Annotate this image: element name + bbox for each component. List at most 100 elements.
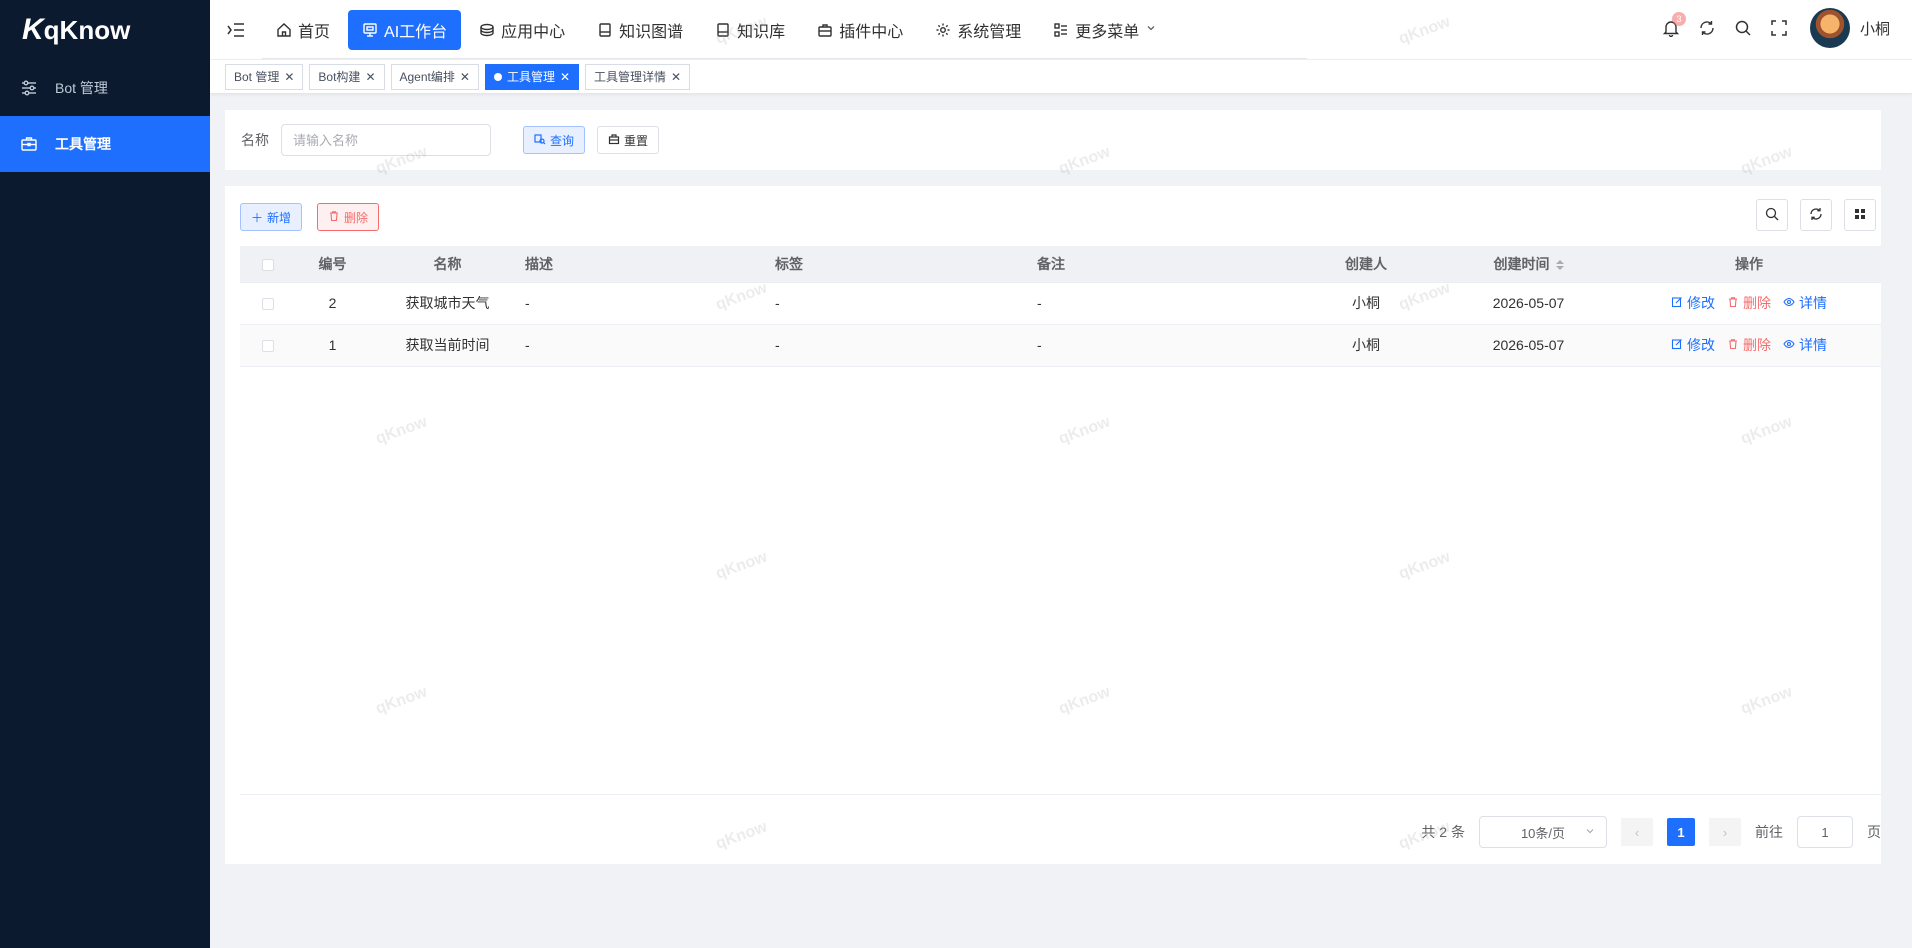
home-icon [276, 22, 292, 38]
chevron-left-icon: ‹ [1634, 824, 1640, 840]
nav-ai-workbench[interactable]: AI工作台 [348, 10, 462, 50]
toolbox-icon [20, 135, 38, 153]
search-panel: 名称 查询 重置 [225, 110, 1881, 170]
nav-label: 插件中心 [839, 24, 904, 41]
sliders-icon [20, 79, 38, 97]
trash-icon [1727, 337, 1739, 353]
app-logo[interactable]: K qKnow [0, 0, 210, 60]
nav-system-management[interactable]: 系统管理 [921, 10, 1035, 50]
close-icon[interactable]: ✕ [365, 71, 375, 83]
table-header-row: 编号 名称 描述 标签 备注 创建人 创建时间 操作 [240, 246, 1881, 283]
refresh-icon[interactable] [1698, 19, 1716, 37]
edit-label: 修改 [1687, 337, 1715, 353]
column-header: 备注 [1037, 246, 1292, 283]
app-icon [479, 22, 495, 38]
nav-more-menu[interactable]: 更多菜单 [1039, 10, 1171, 50]
nav-knowledge-base[interactable]: 知识库 [701, 10, 799, 50]
cell-description: - [525, 324, 775, 367]
page-number-current[interactable]: 1 [1667, 818, 1695, 846]
tag-bot-management[interactable]: Bot 管理 ✕ [225, 63, 304, 90]
toggle-search-button[interactable] [1756, 199, 1788, 231]
column-settings-button[interactable] [1844, 199, 1876, 231]
tag-tool-management[interactable]: 工具管理 ✕ [484, 63, 580, 90]
close-icon[interactable]: ✕ [460, 71, 470, 83]
row-checkbox[interactable] [261, 340, 274, 353]
cell-name: 获取当前时间 [370, 324, 525, 367]
refresh-icon [1809, 207, 1823, 224]
tag-agent-orchestration[interactable]: Agent编排 ✕ [390, 63, 479, 90]
delete-label: 删除 [1743, 295, 1771, 311]
monitor-icon [362, 22, 378, 38]
table-row: 2 获取城市天气 - - - 小桐 2026-05-07 修改 删除 详情 [240, 282, 1881, 325]
avatar[interactable] [1809, 8, 1850, 48]
close-icon[interactable]: ✕ [671, 71, 681, 83]
tag-label: Bot 管理 [234, 70, 280, 84]
reset-button[interactable]: 重置 [597, 126, 660, 154]
column-header: 编号 [295, 246, 370, 283]
nav-plugin-center[interactable]: 插件中心 [803, 10, 917, 50]
tag-label: 工具管理详情 [594, 70, 667, 84]
fullscreen-icon[interactable] [1770, 19, 1788, 37]
sidebar-item-tool-management[interactable]: 工具管理 [0, 116, 210, 172]
delete-button[interactable]: 删除 [1727, 335, 1771, 355]
bell-icon[interactable]: 3 [1662, 12, 1686, 37]
cell-actions: 修改 删除 详情 [1617, 324, 1881, 367]
logo-text: qKnow [43, 14, 131, 45]
nav-home[interactable]: 首页 [262, 10, 344, 50]
eye-icon [1783, 337, 1795, 353]
pagination-divider [240, 794, 1881, 795]
page-size-value: 10条/页 [1520, 825, 1566, 841]
cell-name: 获取城市天气 [370, 282, 525, 325]
cell-creator: 小桐 [1292, 324, 1440, 367]
table-row: 1 获取当前时间 - - - 小桐 2026-05-07 修改 删除 详情 [240, 324, 1881, 367]
detail-label: 详情 [1799, 337, 1827, 353]
sort-icon[interactable] [1555, 260, 1564, 271]
sidebar-item-bot-management[interactable]: Bot 管理 [0, 60, 210, 116]
nav-label: 应用中心 [501, 24, 566, 41]
column-header: 名称 [370, 246, 525, 283]
chevron-down-icon [1584, 825, 1596, 840]
query-button[interactable]: 查询 [523, 126, 586, 154]
tag-label: Agent编排 [399, 70, 455, 84]
select-all-checkbox[interactable] [261, 259, 274, 272]
delete-label: 删除 [1743, 337, 1771, 353]
detail-button[interactable]: 详情 [1783, 335, 1827, 355]
delete-label: 删除 [344, 210, 369, 225]
row-checkbox[interactable] [261, 298, 274, 311]
goto-page-input[interactable] [1797, 816, 1853, 848]
nav-app-center[interactable]: 应用中心 [465, 10, 579, 50]
column-header-sortable[interactable]: 创建时间 [1440, 246, 1617, 283]
search-icon[interactable] [1734, 19, 1752, 37]
page-size-select[interactable]: 10条/页 [1479, 816, 1607, 848]
batch-delete-button[interactable]: 删除 [317, 203, 380, 231]
prev-page-button[interactable]: ‹ [1621, 818, 1653, 846]
tag-tool-management-detail[interactable]: 工具管理详情 ✕ [585, 63, 691, 90]
nav-knowledge-graph[interactable]: 知识图谱 [583, 10, 697, 50]
detail-button[interactable]: 详情 [1783, 293, 1827, 313]
close-icon[interactable]: ✕ [284, 71, 294, 83]
nav-label: 知识图谱 [619, 24, 684, 41]
edit-button[interactable]: 修改 [1671, 293, 1715, 313]
reset-label: 重置 [624, 133, 649, 148]
column-header: 标签 [775, 246, 1037, 283]
refresh-table-button[interactable] [1800, 199, 1832, 231]
cell-id: 1 [295, 324, 370, 367]
column-header-label: 创建时间 [1493, 255, 1550, 272]
table-card: ＋ 新增 删除 编号 名称 描述 标签 备注 创建人 创建时间 操作 2 获取城… [225, 186, 1881, 864]
notification-badge: 3 [1671, 12, 1686, 26]
username[interactable]: 小桐 [1860, 18, 1890, 39]
tag-bot-build[interactable]: Bot构建 ✕ [309, 63, 385, 90]
add-button[interactable]: ＋ 新增 [240, 203, 303, 231]
pagination: 共 2 条 10条/页 ‹ 1 › 前往 页 [1421, 816, 1881, 848]
collapse-menu-icon[interactable] [226, 20, 246, 40]
cell-description: - [525, 282, 775, 325]
edit-button[interactable]: 修改 [1671, 335, 1715, 355]
close-icon[interactable]: ✕ [560, 71, 570, 83]
name-search-input[interactable] [281, 124, 491, 156]
top-header: 首页 AI工作台 应用中心 知识图谱 知识库 插件中心 系统管理 更多菜单 3 … [210, 0, 1912, 60]
trash-icon [328, 210, 340, 225]
edit-label: 修改 [1687, 295, 1715, 311]
delete-button[interactable]: 删除 [1727, 293, 1771, 313]
next-page-button[interactable]: › [1709, 818, 1741, 846]
tag-label: 工具管理 [506, 70, 555, 84]
